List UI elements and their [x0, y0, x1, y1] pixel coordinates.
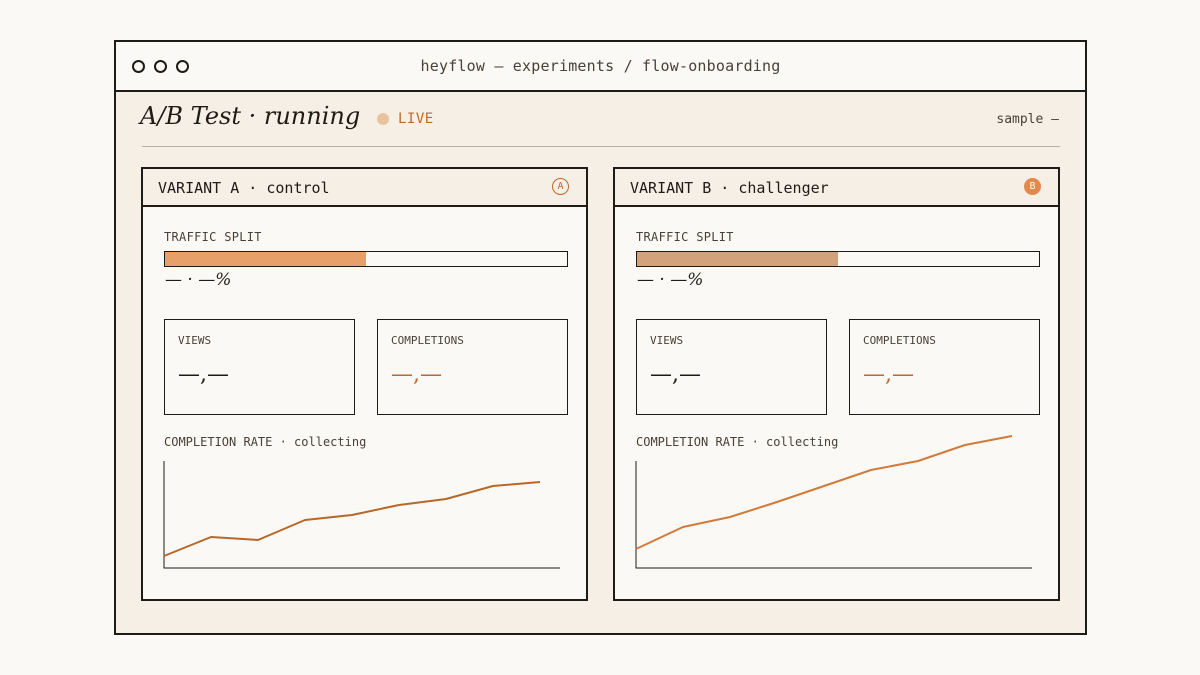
variant-a-rate-chart — [163, 461, 560, 569]
variant-b-panel: VARIANT B · challenger B TRAFFIC SPLIT —… — [613, 167, 1060, 601]
live-indicator-dot — [377, 113, 389, 125]
app-window: heyflow — experiments / flow-onboarding … — [114, 40, 1087, 635]
live-status-badge: LIVE — [398, 111, 434, 127]
completion-rate-line — [163, 481, 541, 557]
window-title: heyflow — experiments / flow-onboarding — [420, 57, 781, 75]
variant-b-rate-chart — [635, 435, 1032, 569]
page-title: A/B Test · running — [140, 102, 361, 130]
sample-size: sample — — [996, 112, 1059, 127]
header-divider — [142, 146, 1060, 147]
chart-axes — [163, 461, 560, 569]
variant-a-panel: VARIANT A · control A TRAFFIC SPLIT — · … — [141, 167, 588, 601]
completion-rate-line — [635, 435, 1013, 550]
title-bar: heyflow — experiments / flow-onboarding — [116, 42, 1085, 92]
chart-axes — [635, 461, 1032, 569]
